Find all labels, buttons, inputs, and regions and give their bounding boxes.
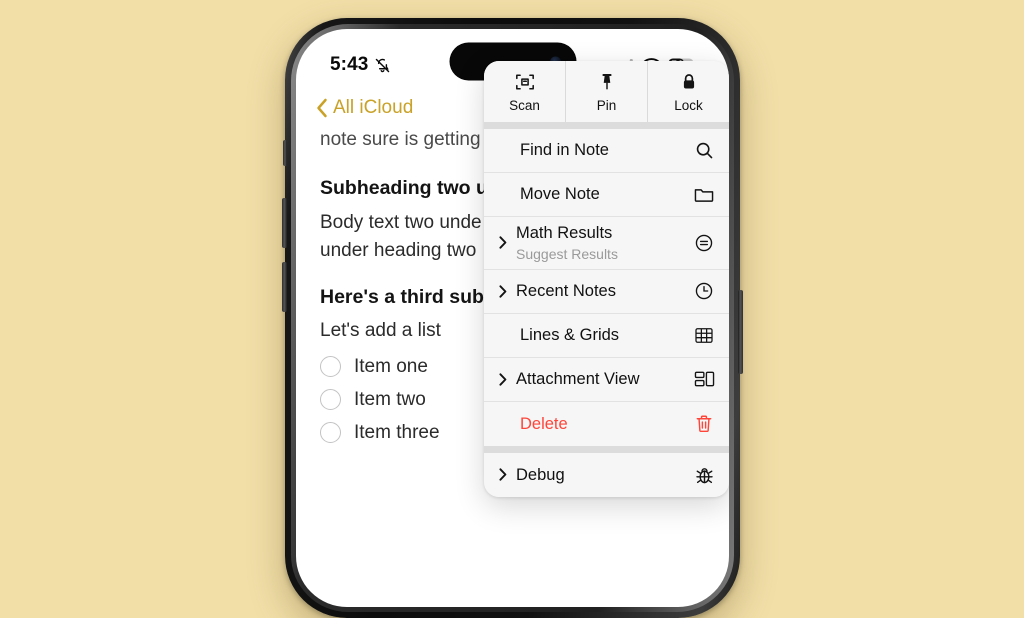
quick-action-pin[interactable]: Pin (566, 61, 648, 122)
folder-icon (693, 186, 715, 204)
menu-item-find-in-note[interactable]: Find in Note (484, 129, 729, 173)
menu-item-delete[interactable]: Delete (484, 401, 729, 446)
bell-slash-icon (374, 57, 391, 74)
back-button-all-icloud[interactable]: All iCloud (316, 97, 413, 119)
menu-separator (484, 445, 729, 453)
menu-group-debug: Debug (484, 452, 729, 497)
menu-item-text: Math Results Suggest Results (516, 217, 693, 269)
menu-item-title: Debug (516, 465, 565, 484)
quick-action-row: Scan Pin Lock (484, 61, 729, 122)
menu-separator (484, 122, 729, 129)
clock-icon (693, 281, 715, 301)
checkbox-circle-icon[interactable] (320, 356, 341, 378)
attachment-layout-icon (693, 370, 715, 388)
menu-item-text: Debug (516, 459, 693, 492)
quick-action-scan[interactable]: Scan (484, 61, 566, 122)
back-button-label: All iCloud (333, 97, 414, 118)
quick-action-label: Pin (596, 98, 617, 113)
menu-item-title: Recent Notes (516, 282, 616, 300)
magnifier-icon (693, 141, 715, 160)
checklist-item-label: Item two (354, 388, 426, 410)
checklist-item-label: Item one (354, 355, 428, 377)
volume-down-button[interactable] (282, 262, 287, 312)
silent-switch-button[interactable] (283, 140, 287, 166)
menu-item-recent-notes[interactable]: Recent Notes (484, 269, 729, 314)
checkbox-circle-icon[interactable] (320, 422, 341, 444)
menu-item-title: Delete (520, 414, 568, 433)
quick-action-label: Scan (509, 98, 540, 113)
menu-item-text: Find in Note (520, 134, 693, 167)
quick-action-lock[interactable]: Lock (648, 61, 729, 122)
menu-item-attachment-view[interactable]: Attachment View (484, 357, 729, 402)
status-time: 5:43 (330, 54, 369, 75)
phone-screen: 5:43 All iCloud note sure is getting Sub… (296, 29, 729, 607)
menu-item-title: Attachment View (516, 370, 640, 388)
context-menu[interactable]: Scan Pin Lock Find in Note Move Note Mat… (484, 61, 729, 497)
menu-item-lines-and-grids[interactable]: Lines & Grids (484, 313, 729, 358)
menu-item-text: Delete (520, 408, 693, 441)
bug-icon (693, 465, 715, 485)
menu-item-debug[interactable]: Debug (484, 452, 729, 497)
volume-up-button[interactable] (282, 198, 287, 248)
chevron-right-icon (499, 236, 512, 250)
chevron-right-icon (499, 285, 512, 298)
grid-table-icon (693, 326, 715, 345)
menu-item-title: Math Results (516, 224, 613, 242)
trash-icon (693, 414, 715, 434)
menu-item-title: Move Note (520, 185, 600, 204)
checklist-item-label: Item three (354, 421, 440, 443)
menu-item-text: Recent Notes (516, 275, 693, 308)
chevron-left-icon (316, 98, 328, 118)
menu-item-move-note[interactable]: Move Note (484, 173, 729, 217)
status-bar-left: 5:43 (330, 54, 391, 76)
lock-icon (679, 72, 699, 92)
menu-item-text: Move Note (520, 178, 693, 211)
menu-item-text: Lines & Grids (520, 319, 693, 352)
menu-item-title: Find in Note (520, 141, 609, 160)
chevron-right-icon (499, 373, 512, 386)
power-button[interactable] (738, 290, 743, 374)
menu-item-title: Lines & Grids (520, 326, 620, 344)
document-scan-icon (515, 72, 535, 92)
chevron-right-icon (499, 468, 512, 481)
menu-item-subtitle: Suggest Results (516, 245, 618, 262)
menu-item-math-results[interactable]: Math Results Suggest Results (484, 217, 729, 270)
menu-item-text: Attachment View (516, 363, 693, 396)
quick-action-label: Lock (674, 98, 703, 113)
checkbox-circle-icon[interactable] (320, 389, 341, 411)
menu-group-main: Find in Note Move Note Math Results Sugg… (484, 129, 729, 446)
phone-device-frame: 5:43 All iCloud note sure is getting Sub… (282, 18, 743, 618)
equals-circle-icon (693, 233, 715, 253)
pin-icon (597, 72, 617, 92)
